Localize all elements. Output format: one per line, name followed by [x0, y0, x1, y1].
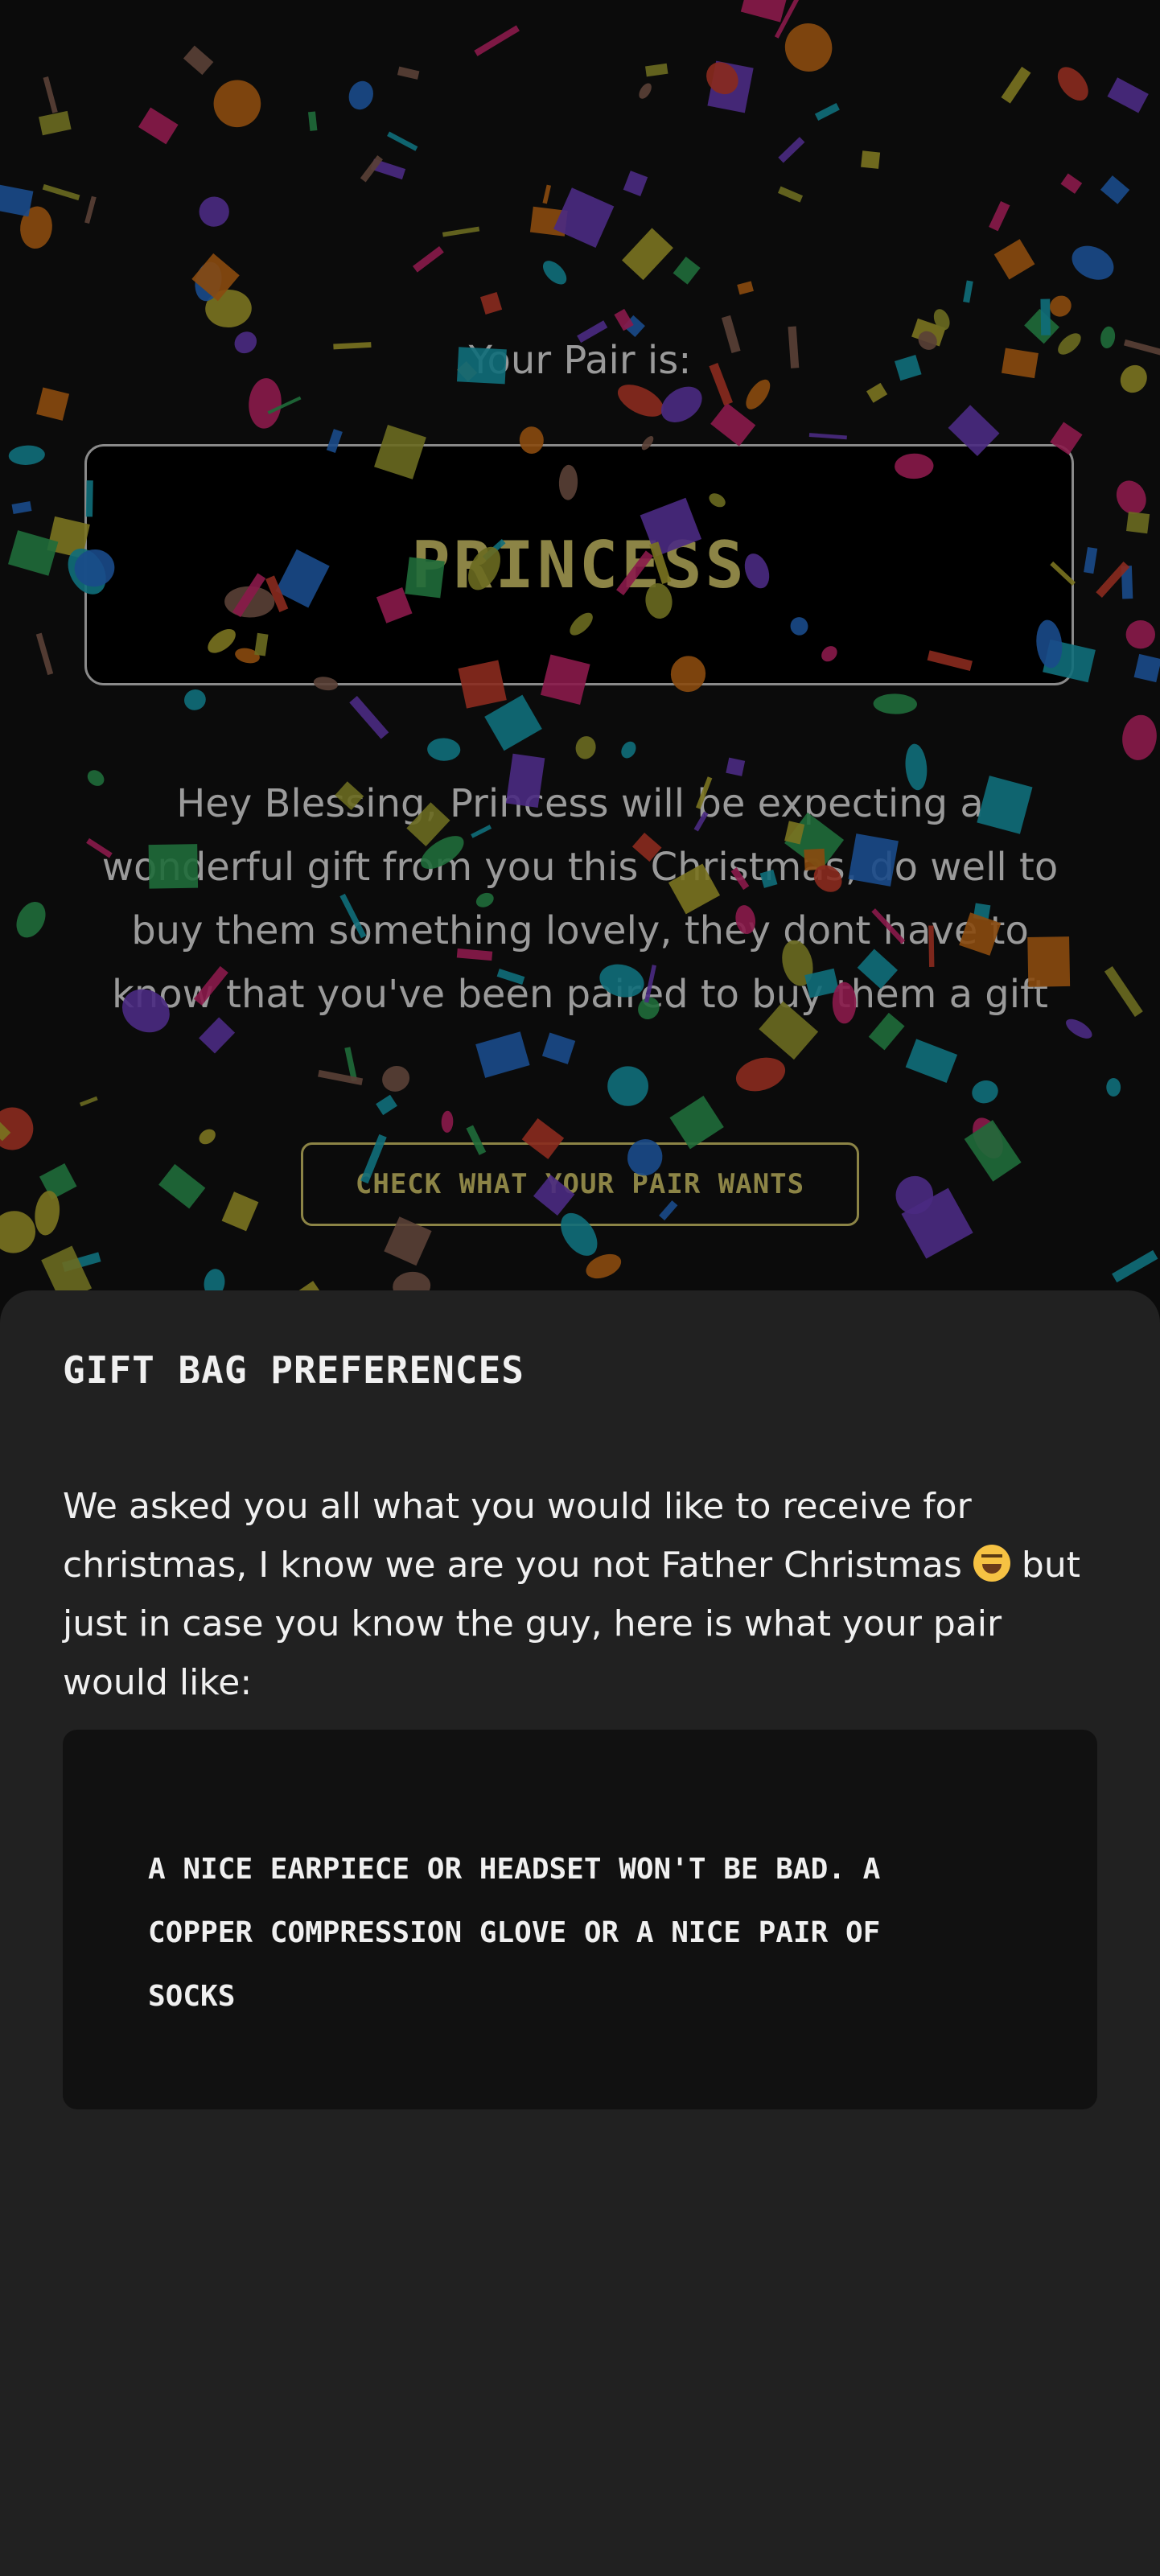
check-pair-wants-button[interactable]: CHECK WHAT YOUR PAIR WANTS	[301, 1142, 859, 1226]
pair-preference-box: A NICE EARPIECE OR HEADSET WON'T BE BAD.…	[63, 1730, 1097, 2109]
pair-preference-text: A NICE EARPIECE OR HEADSET WON'T BE BAD.…	[148, 1853, 881, 2013]
grinning-squinting-face-icon	[973, 1545, 1010, 1582]
hero-section: Your Pair is: PRINCESS Hey Blessing, Pri…	[0, 0, 1160, 1319]
pair-name-box: PRINCESS	[84, 444, 1074, 685]
hero-content: Your Pair is: PRINCESS Hey Blessing, Pri…	[0, 0, 1160, 1319]
gift-bag-intro: We asked you all what you would like to …	[63, 1477, 1100, 1712]
gift-bag-title: GIFT BAG PREFERENCES	[63, 1348, 524, 1392]
pair-message: Hey Blessing, Princess will be expecting…	[101, 781, 1059, 1017]
gift-bag-panel: GIFT BAG PREFERENCES We asked you all wh…	[0, 1290, 1160, 2576]
pair-name: PRINCESS	[411, 527, 747, 603]
gift-bag-intro-text-start: We asked you all what you would like to …	[63, 1486, 973, 1586]
pair-label: Your Pair is:	[468, 338, 692, 383]
